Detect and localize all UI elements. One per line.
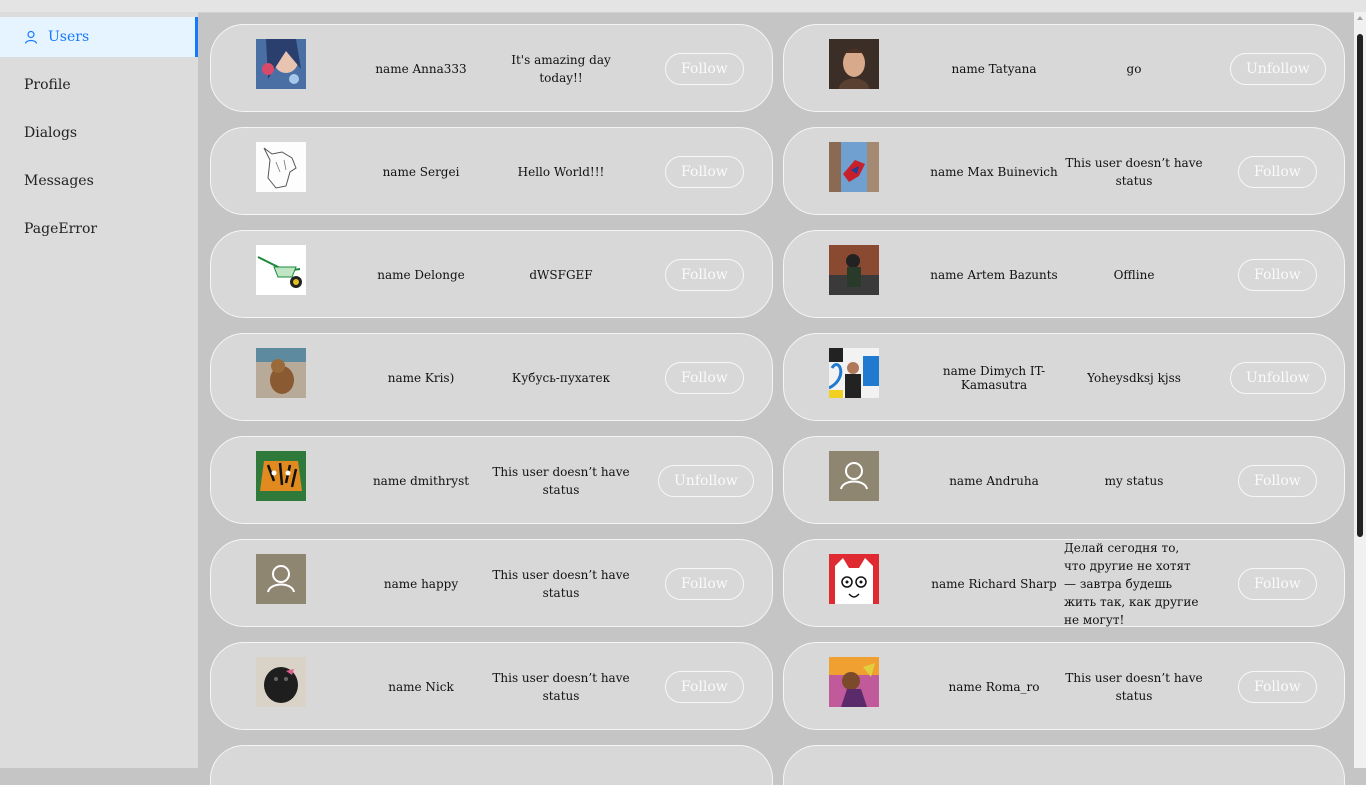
follow-button[interactable]: Follow — [1238, 259, 1317, 291]
user-icon — [24, 30, 38, 44]
follow-button[interactable]: Follow — [1238, 671, 1317, 703]
user-avatar — [256, 348, 306, 398]
user-card: name Kris) Кубусь-пухатек Follow — [210, 333, 773, 421]
user-card: name Delonge dWSFGEF Follow — [210, 230, 773, 318]
sidebar-item-label: Messages — [24, 173, 94, 189]
sidebar-item-dialogs[interactable]: Dialogs — [0, 113, 198, 153]
user-status: This user doesn’t have status — [492, 465, 630, 497]
user-name: name Richard Sharp — [931, 577, 1057, 591]
sidebar-item-users[interactable]: Users — [0, 17, 198, 57]
user-card: name dmithryst This user doesn’t have st… — [210, 436, 773, 524]
scrollbar[interactable] — [1354, 12, 1366, 768]
user-status: Yoheysdksj kjss — [1087, 371, 1181, 385]
user-name: name Delonge — [377, 268, 465, 282]
user-status: go — [1126, 62, 1142, 76]
user-status: This user doesn’t have status — [1065, 671, 1203, 703]
user-name: name Roma_ro — [948, 680, 1040, 694]
users-list: name Anna333 It's amazing day today!! Fo… — [210, 24, 1345, 785]
placeholder-avatar — [256, 554, 306, 604]
user-status: Offline — [1113, 268, 1155, 282]
user-card: name Andruha my status Follow — [783, 436, 1345, 524]
sidebar-item-messages[interactable]: Messages — [0, 161, 198, 201]
user-status: This user doesn’t have status — [492, 671, 630, 703]
user-card: name happy This user doesn’t have status… — [210, 539, 773, 627]
user-status: Делай сегодня то, что другие не хотят — … — [1064, 541, 1199, 627]
user-status: Кубусь-пухатек — [511, 371, 611, 385]
follow-button[interactable]: Follow — [1238, 156, 1317, 188]
user-name: name Dimych IT-Kamasutra — [942, 364, 1046, 392]
sidebar-item-profile[interactable]: Profile — [0, 65, 198, 105]
user-status: This user doesn’t have status — [1065, 156, 1203, 188]
user-name: name Anna333 — [375, 62, 467, 76]
user-card: name Anna333 It's amazing day today!! Fo… — [210, 24, 773, 112]
user-status: Hello World!!! — [517, 165, 605, 179]
user-name: name Nick — [388, 680, 454, 694]
user-card: name Sergei Hello World!!! Follow — [210, 127, 773, 215]
user-avatar — [829, 657, 879, 707]
user-avatar — [829, 39, 879, 89]
user-card: name Tatyana go Unfollow — [783, 24, 1345, 112]
user-avatar — [829, 245, 879, 295]
user-status: This user doesn’t have status — [492, 568, 630, 600]
user-name: name Tatyana — [951, 62, 1037, 76]
sidebar-item-label: Profile — [24, 77, 71, 93]
unfollow-button[interactable]: Unfollow — [658, 465, 754, 497]
user-status: dWSFGEF — [529, 268, 593, 282]
user-name: name dmithryst — [372, 474, 470, 488]
sidebar-item-pageerror[interactable]: PageError — [0, 209, 198, 249]
follow-button[interactable]: Follow — [1238, 465, 1317, 497]
user-avatar — [829, 348, 879, 398]
user-card: name Roma_ro This user doesn’t have stat… — [783, 642, 1345, 730]
user-status: my status — [1104, 474, 1164, 488]
follow-button[interactable]: Follow — [665, 53, 744, 85]
user-name: name Artem Bazunts — [930, 268, 1058, 282]
follow-button[interactable]: Follow — [665, 362, 744, 394]
follow-button[interactable]: Follow — [665, 156, 744, 188]
unfollow-button[interactable]: Unfollow — [1230, 53, 1326, 85]
user-avatar — [829, 554, 879, 604]
user-name: name Andruha — [949, 474, 1039, 488]
user-card: name Nick This user doesn’t have status … — [210, 642, 773, 730]
user-avatar — [256, 142, 306, 192]
sidebar-item-label: Dialogs — [24, 125, 78, 141]
scroll-up-arrow-icon[interactable] — [1357, 16, 1363, 20]
user-avatar — [256, 245, 306, 295]
scrollbar-thumb[interactable] — [1357, 34, 1363, 537]
user-name: name Kris) — [387, 371, 455, 385]
user-card — [210, 745, 773, 785]
user-card: name Artem Bazunts Offline Follow — [783, 230, 1345, 318]
user-avatar — [256, 657, 306, 707]
user-name: name happy — [383, 577, 459, 591]
user-name: name Max Buinevich — [930, 165, 1058, 179]
user-card: name Richard Sharp Делай сегодня то, что… — [783, 539, 1345, 627]
user-avatar — [829, 142, 879, 192]
user-avatar — [256, 451, 306, 501]
user-card: name Max Buinevich This user doesn’t hav… — [783, 127, 1345, 215]
sidebar-item-label: Users — [48, 29, 90, 45]
unfollow-button[interactable]: Unfollow — [1230, 362, 1326, 394]
user-name: name Sergei — [382, 165, 460, 179]
user-card: name Dimych IT-Kamasutra Yoheysdksj kjss… — [783, 333, 1345, 421]
sidebar: Users Profile Dialogs Messages PageError — [0, 12, 198, 768]
user-status: It's amazing day today!! — [511, 53, 611, 85]
user-card — [783, 745, 1345, 785]
placeholder-avatar — [829, 451, 879, 501]
follow-button[interactable]: Follow — [665, 259, 744, 291]
sidebar-item-label: PageError — [24, 221, 98, 237]
follow-button[interactable]: Follow — [665, 568, 744, 600]
follow-button[interactable]: Follow — [665, 671, 744, 703]
user-avatar — [256, 39, 306, 89]
follow-button[interactable]: Follow — [1238, 568, 1317, 600]
top-bar — [0, 0, 1366, 13]
